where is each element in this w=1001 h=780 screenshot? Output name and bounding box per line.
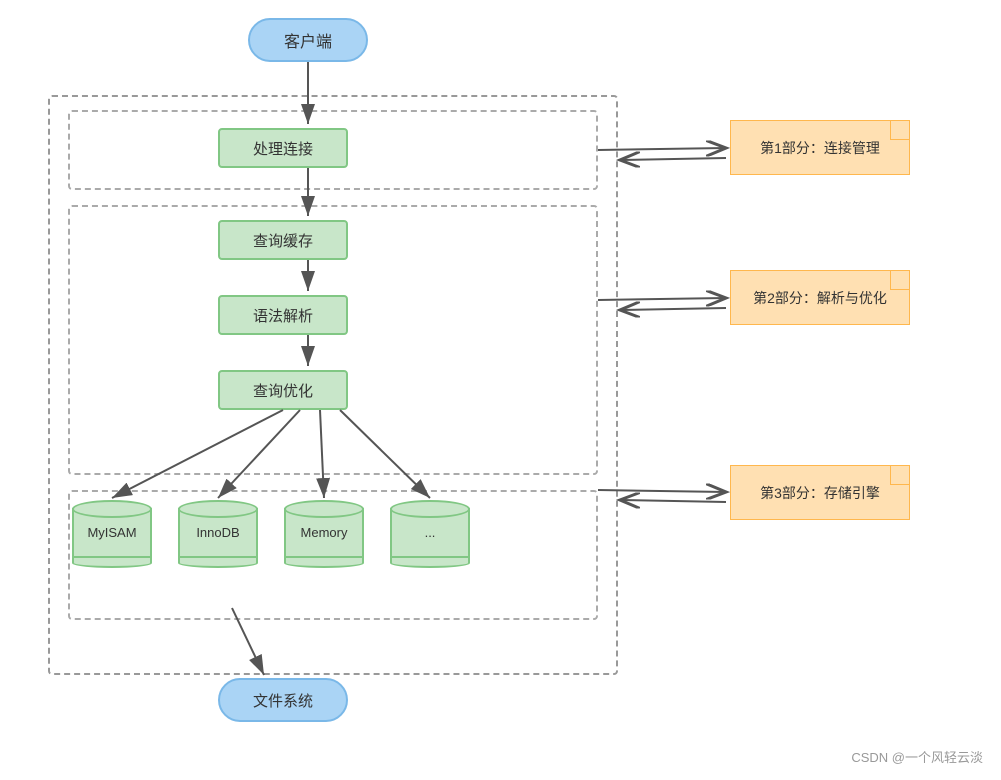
client-node: 客户端 (248, 18, 368, 62)
note-parse-optimize: 第2部分：解析与优化 (730, 270, 910, 325)
process-conn-node: 处理连接 (218, 128, 348, 168)
arrow-from-note2 (620, 308, 726, 310)
query-opt-node: 查询优化 (218, 370, 348, 410)
watermark: CSDN @一个风轻云淡 (851, 747, 983, 766)
myisam-cylinder-bottom (72, 558, 152, 568)
filesystem-node: 文件系统 (218, 678, 348, 722)
query-cache-node: 查询缓存 (218, 220, 348, 260)
note-storage-engine: 第3部分：存储引擎 (730, 465, 910, 520)
memory-cylinder-top (284, 500, 364, 518)
syntax-parse-node: 语法解析 (218, 295, 348, 335)
dots-cylinder: ... (390, 500, 470, 568)
dots-cylinder-bottom (390, 558, 470, 568)
innodb-cylinder-bottom (178, 558, 258, 568)
myisam-cylinder-top (72, 500, 152, 518)
diagram: 客户端 处理连接 查询缓存 语法解析 查询优化 MyISAM InnoDB Me… (0, 0, 1001, 780)
myisam-cylinder: MyISAM (72, 500, 152, 568)
innodb-cylinder: InnoDB (178, 500, 258, 568)
dots-cylinder-top (390, 500, 470, 518)
memory-cylinder-bottom (284, 558, 364, 568)
innodb-cylinder-top (178, 500, 258, 518)
note-connection-management: 第1部分：连接管理 (730, 120, 910, 175)
arrow-from-note1 (620, 158, 726, 160)
arrow-from-note3 (620, 500, 726, 502)
memory-cylinder: Memory (284, 500, 364, 568)
